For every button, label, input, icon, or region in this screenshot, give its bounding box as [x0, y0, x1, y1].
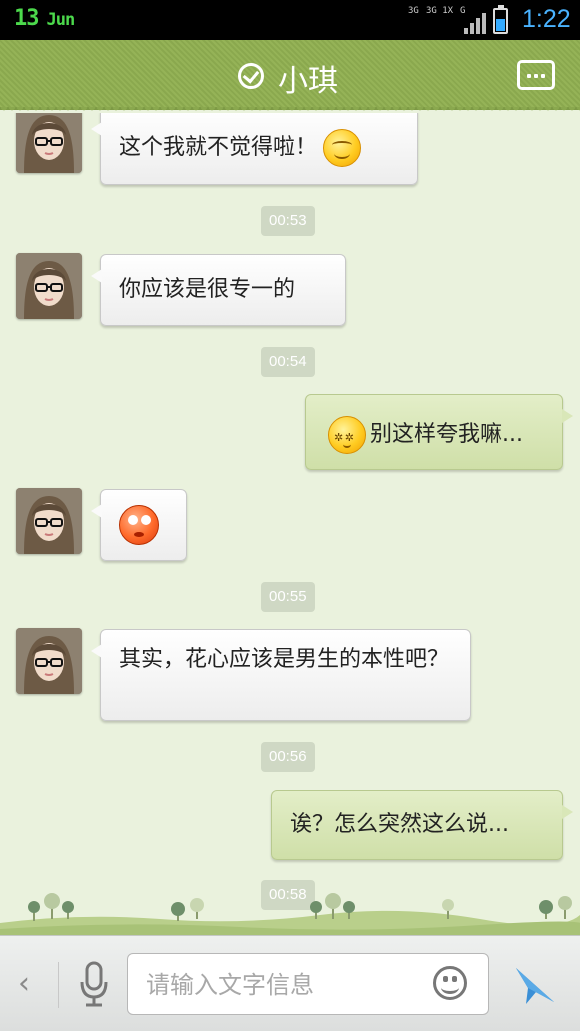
- eye-roll-emoji-icon: [119, 505, 159, 545]
- message-text: 你应该是很专一的: [119, 277, 296, 302]
- verified-icon: [238, 63, 264, 89]
- incoming-message-bubble[interactable]: 其实，花心应该是男生的本性吧？: [91, 629, 471, 721]
- message-timestamp: 00:56: [261, 742, 315, 772]
- chevron-left-icon[interactable]: ‹: [18, 966, 30, 1001]
- status-date: 13 Jun: [14, 6, 76, 31]
- outgoing-message-bubble[interactable]: 诶？怎么突然这么说...: [271, 790, 573, 860]
- status-date-month: Jun: [46, 10, 76, 30]
- shy-emoji-icon: [328, 416, 366, 454]
- message-text: 其实，花心应该是男生的本性吧？: [119, 647, 450, 672]
- contact-avatar[interactable]: [16, 253, 82, 319]
- contact-avatar[interactable]: [16, 113, 82, 173]
- contact-avatar[interactable]: [16, 628, 82, 694]
- message-timestamp: 00:53: [261, 206, 315, 236]
- send-icon[interactable]: [512, 962, 558, 1008]
- more-options-button[interactable]: [517, 60, 555, 90]
- incoming-message-bubble[interactable]: 这个我就不觉得啦！: [91, 113, 418, 185]
- network-indicators: 3G 3G 1X G: [408, 6, 488, 34]
- network-label-1: 3G: [408, 6, 419, 16]
- network-label-2: 3G 1X: [426, 6, 454, 16]
- message-text: 别这样夸我嘛...: [370, 422, 523, 447]
- microphone-icon[interactable]: [80, 960, 108, 1008]
- chat-area[interactable]: 这个我就不觉得啦！ 00:53 你应该是很专一的 00:54 别这样夸我嘛...…: [0, 113, 580, 935]
- incoming-message-bubble[interactable]: [91, 489, 187, 561]
- message-text: 这个我就不觉得啦！: [119, 135, 318, 160]
- smile-emoji-icon: [323, 129, 362, 167]
- outgoing-message-bubble[interactable]: 别这样夸我嘛...: [305, 394, 573, 470]
- message-input[interactable]: [146, 968, 416, 1002]
- contact-name: 小琪: [278, 64, 338, 99]
- status-bar: 13 Jun 3G 3G 1X G 1:22: [0, 0, 580, 40]
- message-timestamp: 00:54: [261, 347, 315, 377]
- chat-header: 小琪: [0, 40, 580, 113]
- message-input-bar: ‹: [0, 935, 580, 1031]
- emoji-picker-icon[interactable]: [433, 966, 467, 1000]
- battery-icon: [493, 5, 508, 34]
- scenery-decoration: [0, 893, 580, 935]
- signal-icon: [464, 12, 486, 34]
- contact-avatar[interactable]: [16, 488, 82, 554]
- incoming-message-bubble[interactable]: 你应该是很专一的: [91, 254, 346, 326]
- message-input-field[interactable]: [127, 953, 489, 1015]
- message-text: 诶？怎么突然这么说...: [290, 812, 509, 837]
- message-timestamp: 00:55: [261, 582, 315, 612]
- divider: [58, 962, 59, 1008]
- status-time: 1:22: [522, 5, 571, 33]
- status-date-day: 13: [14, 6, 39, 31]
